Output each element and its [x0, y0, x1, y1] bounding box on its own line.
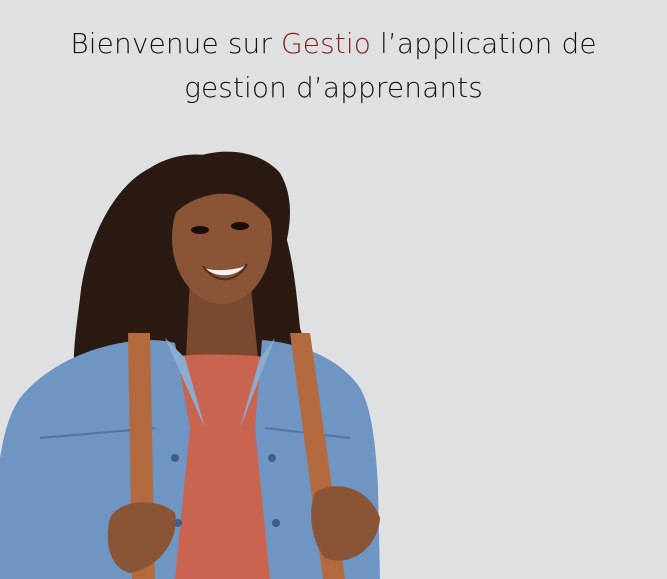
brand-name: Gestio: [281, 27, 372, 60]
welcome-text-start: Bienvenue sur: [70, 27, 281, 60]
welcome-text-end: l’application de: [371, 27, 597, 60]
welcome-heading: Bienvenue sur Gestio l’application de ge…: [0, 22, 667, 110]
student-photo: [0, 128, 400, 579]
student-illustration: [0, 151, 380, 579]
welcome-subtitle: gestion d’apprenants: [184, 71, 483, 104]
